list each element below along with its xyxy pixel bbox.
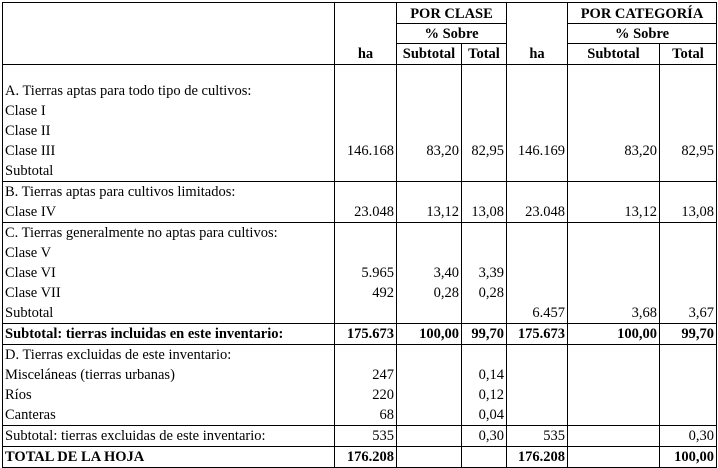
clase-iv-subtotal-pct: 13,12 [396, 181, 462, 223]
header-por-clase: POR CLASE [396, 2, 507, 24]
rios-label: Ríos [5, 387, 32, 403]
subtotal-incluidas-cat-total: 99,70 [659, 323, 717, 345]
total-hoja-cat-total: 100,00 [659, 446, 717, 468]
section-c-labels: C. Tierras generalmente no aptas para cu… [2, 222, 335, 324]
section-b-title: B. Tierras aptas para cultivos limitados… [5, 184, 236, 200]
header-ha-clase: ha [334, 2, 397, 65]
miscelaneas-ha: 247 [372, 367, 394, 383]
header-subtotal-categoria: Subtotal [567, 43, 660, 65]
section-d-ha: 247 220 68 [334, 344, 397, 426]
header-subtotal-clase: Subtotal [396, 43, 462, 65]
header-por-categoria: POR CATEGORÍA [567, 2, 717, 24]
clase-vii-total-pct: 0,28 [478, 285, 504, 301]
section-b-row: B. Tierras aptas para cultivos limitados… [2, 181, 717, 223]
subtotal-incluidas-cat-subtotal: 100,00 [567, 323, 660, 345]
section-d-empty-cat-ha [506, 344, 568, 426]
section-d-labels: D. Tierras excluidas de este inventario:… [2, 344, 335, 426]
subtotal-excluidas-clase-ha: 535 [334, 425, 397, 447]
section-a-row: A. Tierras aptas para todo tipo de culti… [2, 64, 717, 182]
subtotal-incluidas-label: Subtotal: tierras incluidas en este inve… [2, 323, 335, 345]
total-hoja-clase-total [461, 446, 507, 468]
clase-iii-label: Clase III [5, 143, 56, 159]
section-d-empty-cat-total [659, 344, 717, 426]
header-pct-sobre-categoria: % Sobre [567, 23, 717, 44]
clase-vi-label: Clase VI [5, 265, 56, 281]
subtotal-excluidas-clase-subtotal [396, 425, 462, 447]
section-c-subtotal-label: Subtotal [5, 305, 54, 321]
total-hoja-clase-subtotal [396, 446, 462, 468]
empty-line [337, 303, 394, 323]
section-a-labels: A. Tierras aptas para todo tipo de culti… [2, 64, 335, 182]
clase-iii-ha: 146.168 [334, 64, 397, 182]
section-c-title: C. Tierras generalmente no aptas para cu… [5, 225, 278, 241]
clase-vi-total-pct: 3,39 [478, 265, 504, 281]
total-hoja-row: TOTAL DE LA HOJA 176.208 176.208 100,00 [2, 446, 717, 468]
categoria-a-ha: 146.169 [506, 64, 568, 182]
clase-vi-subtotal-pct: 3,40 [433, 265, 459, 281]
miscelaneas-total-pct: 0,14 [478, 367, 504, 383]
clase-vi-ha: 5.965 [361, 265, 394, 281]
subtotal-excluidas-cat-total: 0,30 [659, 425, 717, 447]
section-d-empty-cat-subtotal [567, 344, 660, 426]
categoria-b-subtotal-pct: 13,12 [567, 181, 660, 223]
subtotal-incluidas-clase-total: 99,70 [461, 323, 507, 345]
total-hoja-cat-subtotal [567, 446, 660, 468]
subtotal-incluidas-clase-ha: 175.673 [334, 323, 397, 345]
rios-ha: 220 [372, 387, 394, 403]
subtotal-excluidas-cat-subtotal [567, 425, 660, 447]
header-total-categoria: Total [659, 43, 717, 65]
section-c-clase-total: 3,39 0,28 [461, 222, 507, 324]
header-ha-categoria: ha [506, 2, 568, 65]
categoria-c-subtotal-pct: 3,68 [567, 222, 660, 324]
clase-vii-subtotal-pct: 0,28 [433, 285, 459, 301]
clase-iii-subtotal-pct: 83,20 [396, 64, 462, 182]
clase-iv-total-pct: 13,08 [461, 181, 507, 223]
header-pct-sobre-clase: % Sobre [396, 23, 507, 44]
subtotal-incluidas-row: Subtotal: tierras incluidas en este inve… [2, 323, 717, 345]
section-d-row: D. Tierras excluidas de este inventario:… [2, 344, 717, 426]
land-capability-table: ha POR CLASE ha POR CATEGORÍA % Sobre % … [2, 2, 717, 468]
clase-v-label: Clase V [5, 245, 52, 261]
miscelaneas-label: Misceláneas (tierras urbanas) [5, 367, 175, 383]
section-c-clase-subtotal: 3,40 0,28 [396, 222, 462, 324]
canteras-label: Canteras [5, 407, 56, 423]
subtotal-excluidas-clase-total: 0,30 [461, 425, 507, 447]
section-c-clase-ha: 5.965 492 [334, 222, 397, 324]
header-total-clase: Total [461, 43, 507, 65]
clase-iv-label: Clase IV [5, 204, 57, 220]
section-d-title: D. Tierras excluidas de este inventario: [5, 347, 232, 363]
categoria-b-total-pct: 13,08 [659, 181, 717, 223]
header-blank-cell [2, 2, 335, 65]
categoria-a-subtotal-pct: 83,20 [567, 64, 660, 182]
section-c-row: C. Tierras generalmente no aptas para cu… [2, 222, 717, 324]
subtotal-excluidas-cat-ha: 535 [506, 425, 568, 447]
categoria-b-ha: 23.048 [506, 181, 568, 223]
subtotal-incluidas-cat-ha: 175.673 [506, 323, 568, 345]
canteras-total-pct: 0,04 [478, 407, 504, 423]
empty-line [399, 303, 459, 323]
subtotal-excluidas-row: Subtotal: tierras excluidas de este inve… [2, 425, 717, 447]
subtotal-incluidas-clase-subtotal: 100,00 [396, 323, 462, 345]
categoria-c-ha: 6.457 [506, 222, 568, 324]
section-d-total: 0,14 0,12 0,04 [461, 344, 507, 426]
categoria-a-total-pct: 82,95 [659, 64, 717, 182]
rios-total-pct: 0,12 [478, 387, 504, 403]
total-hoja-label: TOTAL DE LA HOJA [2, 446, 335, 468]
section-a-subtotal-label: Subtotal [5, 163, 54, 179]
clase-i-label: Clase I [5, 103, 46, 119]
section-b-labels: B. Tierras aptas para cultivos limitados… [2, 181, 335, 223]
clase-iv-ha: 23.048 [334, 181, 397, 223]
clase-ii-label: Clase II [5, 123, 51, 139]
section-d-empty-subtotal [396, 344, 462, 426]
clase-vii-label: Clase VII [5, 285, 61, 301]
clase-vii-ha: 492 [372, 285, 394, 301]
total-hoja-clase-ha: 176.208 [334, 446, 397, 468]
section-a-title: A. Tierras aptas para todo tipo de culti… [5, 83, 252, 99]
clase-iii-total-pct: 82,95 [461, 64, 507, 182]
canteras-ha: 68 [379, 407, 395, 423]
categoria-c-total-pct: 3,67 [659, 222, 717, 324]
subtotal-excluidas-label: Subtotal: tierras excluidas de este inve… [2, 425, 335, 447]
total-hoja-cat-ha: 176.208 [506, 446, 568, 468]
empty-line [464, 303, 504, 323]
